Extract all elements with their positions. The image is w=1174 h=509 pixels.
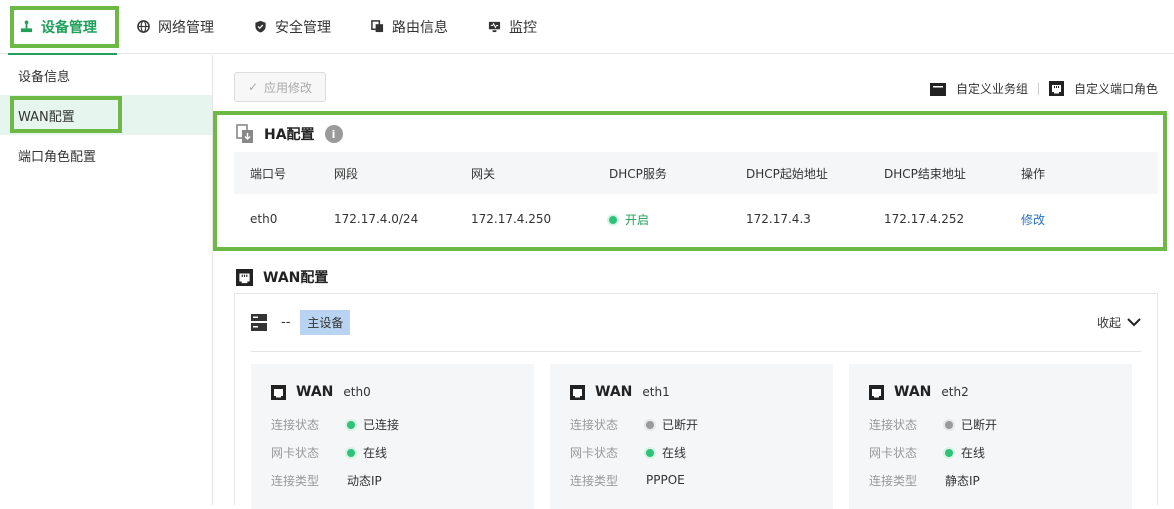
iface-label: eth1 — [642, 385, 670, 399]
tab-label: 监控 — [509, 19, 537, 36]
wan-title: WAN配置 — [263, 270, 329, 286]
sidebar-item-label: WAN配置 — [18, 109, 75, 125]
tab-device-management[interactable]: 设备管理 — [0, 0, 117, 55]
nic-status-value: 在线 — [662, 445, 687, 460]
status-dot-icon — [347, 449, 355, 457]
wan-label: WAN — [595, 384, 633, 400]
device-row: -- 主设备 收起 — [251, 294, 1141, 352]
card-title: WAN eth0 — [271, 384, 514, 400]
card-title: WAN eth1 — [570, 384, 813, 400]
wan-card-eth2: WAN eth2 连接状态 已断开 网卡状态 在线 连接类型 静态IP — [849, 364, 1132, 509]
status-dot-icon — [646, 449, 654, 457]
status-dot-icon — [347, 421, 355, 429]
wan-cards: WAN eth0 连接状态 已连接 网卡状态 在线 连接类型 动态IP WAN eth… — [251, 364, 1132, 509]
collapse-label: 收起 — [1096, 316, 1121, 330]
sidebar-item-port-role-config[interactable]: 端口角色配置 — [0, 135, 212, 175]
conn-status-key: 连接状态 — [869, 417, 918, 432]
card-title: WAN eth2 — [869, 384, 1112, 400]
tab-label: 设备管理 — [41, 19, 97, 36]
chevron-down-icon — [1127, 318, 1141, 327]
nic-status-value: 在线 — [961, 445, 986, 460]
conn-type-key: 连接类型 — [271, 473, 320, 488]
conn-status-value: 已连接 — [363, 417, 400, 432]
divider — [1037, 82, 1039, 95]
sidebar: 设备信息 WAN配置 端口角色配置 — [0, 55, 213, 505]
conn-status-key: 连接状态 — [271, 417, 320, 432]
device-icon — [20, 20, 33, 33]
conn-type-value: 静态IP — [945, 473, 980, 488]
custom-business-group-link[interactable]: 自定义业务组 — [929, 80, 1028, 97]
status-dot-icon — [646, 421, 654, 429]
custom-port-role-link[interactable]: 自定义端口角色 — [1048, 80, 1158, 97]
sidebar-item-label: 设备信息 — [18, 69, 71, 85]
top-nav: 设备管理 网络管理 安全管理 路由信息 监控 — [0, 0, 1174, 55]
custom-group-label: 自定义业务组 — [955, 82, 1028, 96]
server-icon — [251, 314, 267, 331]
ethernet-port-icon — [271, 384, 286, 400]
main-device-badge: 主设备 — [300, 310, 351, 335]
apply-label: 应用修改 — [264, 80, 313, 95]
conn-type-key: 连接类型 — [869, 473, 918, 488]
tab-label: 安全管理 — [275, 19, 331, 36]
shield-icon — [255, 20, 266, 33]
tab-label: 路由信息 — [392, 19, 448, 36]
wan-section-title: WAN配置 — [236, 267, 328, 287]
highlight-frame-ha — [213, 111, 1167, 251]
conn-status-value: 已断开 — [662, 417, 699, 432]
nic-status-key: 网卡状态 — [570, 445, 619, 460]
sidebar-item-device-info[interactable]: 设备信息 — [0, 55, 212, 95]
wan-label: WAN — [894, 384, 932, 400]
sidebar-item-wan-config[interactable]: WAN配置 — [0, 95, 212, 135]
check-icon: ✓ — [247, 80, 259, 94]
status-dot-icon — [945, 449, 953, 457]
conn-status-value: 已断开 — [961, 417, 998, 432]
tab-security-management[interactable]: 安全管理 — [234, 0, 351, 54]
route-icon — [371, 20, 384, 33]
folder-icon — [929, 82, 946, 96]
ethernet-port-icon — [236, 268, 253, 286]
apply-changes-button[interactable]: ✓ 应用修改 — [234, 72, 326, 102]
ethernet-port-icon — [869, 384, 884, 400]
tab-label: 网络管理 — [158, 19, 214, 36]
conn-type-value: 动态IP — [347, 473, 382, 488]
toolbar-links: 自定义业务组 自定义端口角色 — [929, 80, 1158, 97]
ethernet-port-icon — [1048, 81, 1064, 96]
conn-type-value: PPPOE — [646, 473, 685, 487]
nic-status-key: 网卡状态 — [271, 445, 320, 460]
monitor-icon — [488, 21, 501, 33]
nic-status-value: 在线 — [363, 445, 388, 460]
globe-icon — [137, 20, 150, 33]
custom-port-role-label: 自定义端口角色 — [1073, 82, 1158, 96]
conn-type-key: 连接类型 — [570, 473, 619, 488]
wan-card-eth1: WAN eth1 连接状态 已断开 网卡状态 在线 连接类型 PPPOE — [550, 364, 833, 509]
wan-card-eth0: WAN eth0 连接状态 已连接 网卡状态 在线 连接类型 动态IP — [251, 364, 534, 509]
nic-status-key: 网卡状态 — [869, 445, 918, 460]
sidebar-item-label: 端口角色配置 — [18, 149, 97, 165]
conn-status-key: 连接状态 — [570, 417, 619, 432]
ethernet-port-icon — [570, 384, 585, 400]
status-dot-icon — [945, 421, 953, 429]
device-name: -- — [281, 315, 291, 330]
tab-route-info[interactable]: 路由信息 — [351, 0, 468, 54]
tab-network-management[interactable]: 网络管理 — [117, 0, 234, 54]
wan-panel: -- 主设备 收起 WAN eth0 连接状态 已连接 网卡状态 在线 连接类型 动态… — [234, 293, 1158, 509]
wan-label: WAN — [296, 384, 334, 400]
collapse-toggle[interactable]: 收起 — [1097, 314, 1141, 331]
iface-label: eth2 — [941, 385, 969, 399]
iface-label: eth0 — [343, 385, 371, 399]
tab-monitor[interactable]: 监控 — [468, 0, 557, 54]
